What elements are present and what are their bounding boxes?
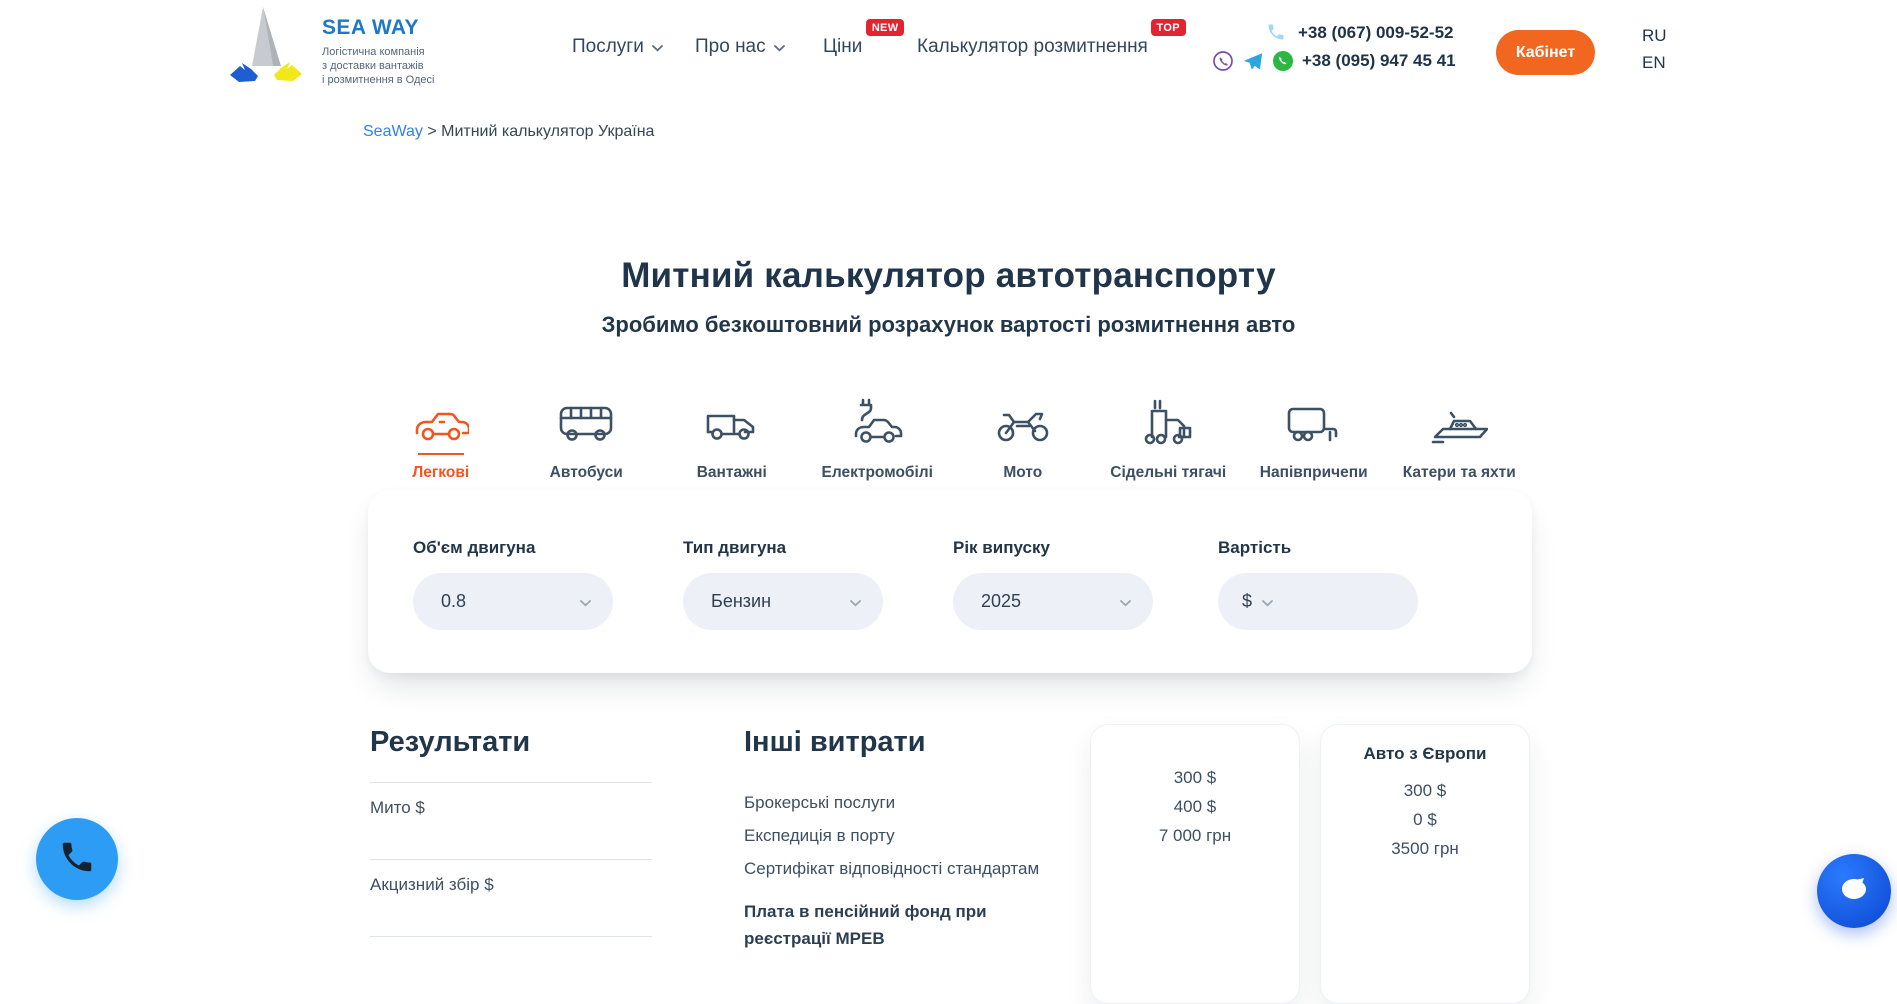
price-value: 300 $ xyxy=(1321,776,1529,805)
engine-volume-field: Об'єм двигуна 0.8 xyxy=(413,538,613,630)
cabinet-button[interactable]: Кабінет xyxy=(1496,30,1595,75)
yacht-icon xyxy=(1430,396,1488,446)
language-switcher: RU EN xyxy=(1642,22,1667,76)
nav-item-customs-calculator[interactable]: Калькулятор розмитнення TOP xyxy=(917,36,1148,58)
logo[interactable]: SEA WAY Логістична компанія з доставки в… xyxy=(226,4,434,89)
other-costs-title: Інші витрати xyxy=(744,726,926,759)
breadcrumb-separator: > xyxy=(427,123,436,140)
phone-icon xyxy=(58,838,96,881)
price-card-europe: Авто з Європи 300 $ 0 $ 3500 грн xyxy=(1320,724,1530,1004)
breadcrumb-current: Митний калькулятор Україна xyxy=(441,123,654,140)
engine-volume-select[interactable]: 0.8 xyxy=(413,573,613,630)
other-cost-item: Експедиція в порту xyxy=(744,819,1039,852)
price-card-costs: 300 $ 400 $ 7 000 грн xyxy=(1090,724,1300,1004)
price-value: 300 $ xyxy=(1091,763,1299,792)
active-tab-underline xyxy=(418,453,464,455)
logo-tagline: Логістична компанія з доставки вантажів … xyxy=(322,45,434,87)
other-costs-list: Брокерські послуги Експедиція в порту Се… xyxy=(744,786,1039,952)
page-title: Митний калькулятор автотранспорту xyxy=(0,256,1897,296)
phone-row-1: +38 (067) 009-52-52 xyxy=(1266,22,1453,44)
chevron-down-icon xyxy=(1120,591,1131,612)
electric-car-icon xyxy=(849,396,905,446)
new-badge: NEW xyxy=(866,19,905,36)
result-row-duty: Мито $ xyxy=(370,782,652,859)
tab-boats-yachts[interactable]: Катери та яхти xyxy=(1387,396,1533,482)
price-value: 0 $ xyxy=(1321,805,1529,834)
bus-icon xyxy=(558,396,614,446)
year-field: Рік випуску 2025 xyxy=(953,538,1153,630)
vehicle-type-tabs: Легкові Автобуси xyxy=(368,396,1532,482)
tab-trucks[interactable]: Вантажні xyxy=(659,396,805,482)
price-card-europe-title: Авто з Європи xyxy=(1321,744,1529,764)
phone-number-2[interactable]: +38 (095) 947 45 41 xyxy=(1302,51,1456,71)
breadcrumb-home-link[interactable]: SeaWay xyxy=(363,123,423,140)
year-label: Рік випуску xyxy=(953,538,1153,558)
year-select[interactable]: 2025 xyxy=(953,573,1153,630)
truck-icon xyxy=(704,396,760,446)
results-title: Результати xyxy=(370,726,530,759)
other-cost-item: Брокерські послуги xyxy=(744,786,1039,819)
phone-icon xyxy=(1266,22,1288,44)
cost-field: Вартість $ xyxy=(1218,538,1418,630)
cost-currency-select[interactable]: $ xyxy=(1218,573,1418,630)
nav-item-about[interactable]: Про нас xyxy=(695,36,785,58)
semi-truck-icon xyxy=(1140,396,1196,446)
viber-icon[interactable] xyxy=(1212,50,1234,72)
engine-type-select[interactable]: Бензин xyxy=(683,573,883,630)
pension-fund-item: Плата в пенсійний фонд при реєстрації МР… xyxy=(744,898,999,952)
cost-label: Вартість xyxy=(1218,538,1418,558)
car-icon xyxy=(413,396,469,446)
price-value: 3500 грн xyxy=(1321,834,1529,863)
tab-buses[interactable]: Автобуси xyxy=(514,396,660,482)
chevron-down-icon xyxy=(850,591,861,612)
floating-phone-button[interactable] xyxy=(36,818,118,900)
tab-electric-cars[interactable]: Електромобілі xyxy=(805,396,951,482)
nav-item-services[interactable]: Послуги xyxy=(572,36,663,58)
engine-volume-label: Об'єм двигуна xyxy=(413,538,613,558)
page: SEA WAY Логістична компанія з доставки в… xyxy=(0,0,1897,938)
calculator-card: Об'єм двигуна 0.8 Тип двигуна Бензин Рік… xyxy=(368,490,1532,673)
lang-en[interactable]: EN xyxy=(1642,49,1667,76)
engine-type-field: Тип двигуна Бензин xyxy=(683,538,883,630)
results-list: Мито $ Акцизний збір $ xyxy=(370,782,652,937)
floating-chat-button[interactable] xyxy=(1817,854,1891,928)
other-cost-item: Сертифікат відповідності стандартам xyxy=(744,852,1039,885)
tab-cars[interactable]: Легкові xyxy=(368,396,514,482)
header: SEA WAY Логістична компанія з доставки в… xyxy=(0,0,1897,106)
whatsapp-icon[interactable] xyxy=(1272,50,1294,72)
chevron-down-icon xyxy=(580,591,591,612)
top-badge: TOP xyxy=(1151,19,1186,36)
tab-semi-trailers[interactable]: Напівпричепи xyxy=(1241,396,1387,482)
breadcrumb: SeaWay > Митний калькулятор Україна xyxy=(363,123,654,141)
page-subtitle: Зробимо безкоштовний розрахунок вартості… xyxy=(0,312,1897,338)
price-value: 7 000 грн xyxy=(1091,821,1299,850)
chevron-down-icon xyxy=(652,36,663,58)
result-row-divider xyxy=(370,936,652,937)
chevron-down-icon xyxy=(774,36,785,58)
chat-bubble-icon xyxy=(1837,872,1871,911)
result-row-excise: Акцизний збір $ xyxy=(370,859,652,936)
phone-row-2: +38 (095) 947 45 41 xyxy=(1212,50,1456,72)
nav-item-prices[interactable]: Ціни NEW xyxy=(823,36,862,58)
phone-number-1[interactable]: +38 (067) 009-52-52 xyxy=(1298,23,1453,43)
price-value: 400 $ xyxy=(1091,792,1299,821)
logo-title: SEA WAY xyxy=(322,16,434,40)
chevron-down-icon xyxy=(1262,591,1273,612)
lang-ru[interactable]: RU xyxy=(1642,22,1667,49)
motorcycle-icon xyxy=(995,396,1051,446)
engine-type-label: Тип двигуна xyxy=(683,538,883,558)
tab-moto[interactable]: Мото xyxy=(950,396,1096,482)
trailer-icon xyxy=(1286,396,1342,446)
boat-logo-icon xyxy=(226,4,306,89)
tab-semi-trucks[interactable]: Сідельні тягачі xyxy=(1096,396,1242,482)
telegram-icon[interactable] xyxy=(1242,50,1264,72)
